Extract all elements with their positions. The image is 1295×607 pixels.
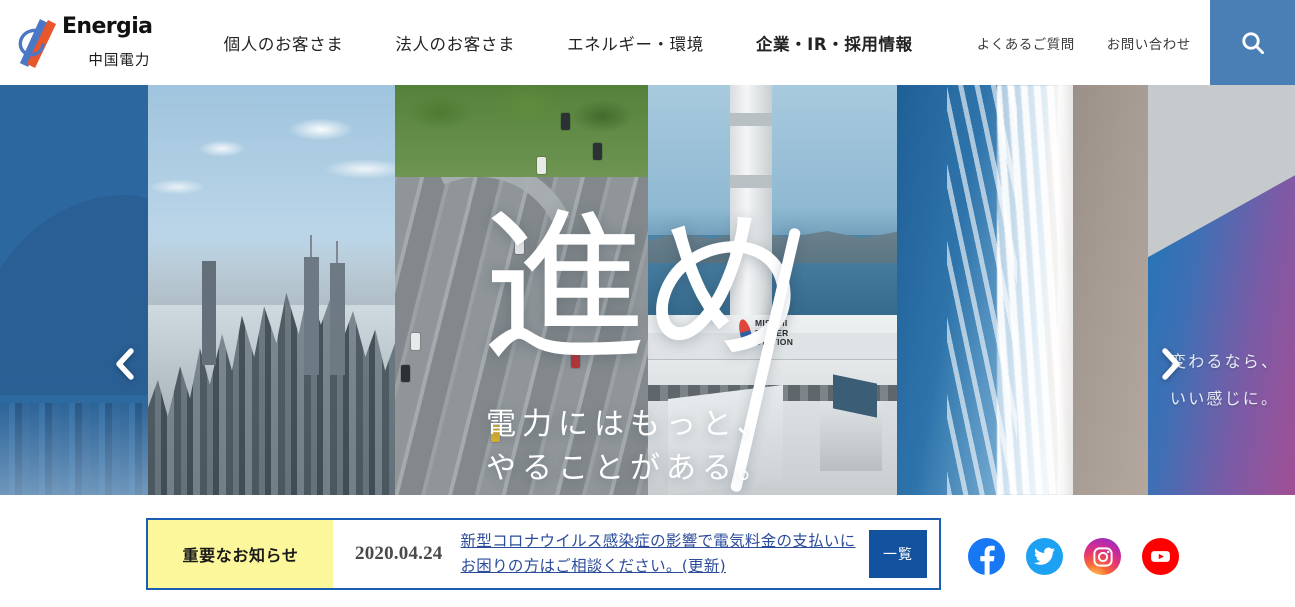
hero-carousel[interactable]: MISUMI POWER STATION 変わるなら、 いい感じに。 進め 電力… [0,85,1295,495]
notice-link-line1[interactable]: 新型コロナウイルス感染症の影響で電気料金の支払いに [461,529,862,554]
power-station-label-3: STATION [755,337,794,348]
search-icon [1241,31,1264,54]
twitter-icon[interactable] [1026,538,1063,575]
hero-panel-power-station: MISUMI POWER STATION [648,85,897,495]
youtube-icon[interactable] [1142,538,1179,575]
hero-panel-next-teaser[interactable]: 変わるなら、 いい感じに。 [1148,85,1295,495]
notice-list-button[interactable]: 一覧 [869,530,927,578]
next-teaser-line-2: いい感じに。 [1170,389,1280,408]
site-logo[interactable]: Energia 中国電力 [0,0,198,85]
notice-link-wrap: 新型コロナウイルス感染症の影響で電気料金の支払いに お困りの方はご相談ください。… [461,520,870,588]
energia-logo-icon [14,17,60,69]
notice-link-line2[interactable]: お困りの方はご相談ください。(更新) [461,554,862,579]
carousel-prev-button[interactable] [104,343,146,385]
logo-subtitle: 中国電力 [88,52,151,69]
chevron-left-icon [116,348,134,380]
notice-badge: 重要なお知らせ [148,520,333,588]
nav-item-energy-environment[interactable]: エネルギー・環境 [541,31,730,55]
nav-item-faq[interactable]: よくあるご質問 [961,33,1091,53]
notice-date: 2020.04.24 [355,543,443,564]
nav-item-contact[interactable]: お問い合わせ [1091,33,1207,53]
hero-slide-strip: MISUMI POWER STATION 変わるなら、 いい感じに。 [0,85,1295,495]
hero-panel-city-dim [0,85,148,495]
hero-panel-skyline [148,85,395,495]
important-notice-bar: 重要なお知らせ 2020.04.24 新型コロナウイルス感染症の影響で電気料金の… [146,518,941,590]
hero-panel-beach [897,85,1148,495]
misumi-power-station-logo: MISUMI POWER STATION [736,318,794,349]
carousel-next-button[interactable] [1150,343,1192,385]
logo-wordmark: Energia [62,13,153,39]
nav-item-personal[interactable]: 個人のお客さま [198,31,370,55]
instagram-icon[interactable] [1084,538,1121,575]
nav-item-company-ir-recruit[interactable]: 企業・IR・採用情報 [730,31,939,55]
primary-nav: 個人のお客さま 法人のお客さま エネルギー・環境 企業・IR・採用情報 [198,31,939,55]
main-navigation: 個人のお客さま 法人のお客さま エネルギー・環境 企業・IR・採用情報 よくある… [198,0,1295,85]
facebook-icon[interactable] [968,538,1005,575]
social-links [968,538,1179,575]
site-header: Energia 中国電力 個人のお客さま 法人のお客さま エネルギー・環境 企業… [0,0,1295,85]
page-bottom-spacer [0,595,1295,607]
search-button[interactable] [1210,0,1295,85]
hero-panel-highway [395,85,648,495]
nav-item-corporate[interactable]: 法人のお客さま [369,31,541,55]
chevron-right-icon [1162,348,1180,380]
flame-icon [736,318,755,349]
